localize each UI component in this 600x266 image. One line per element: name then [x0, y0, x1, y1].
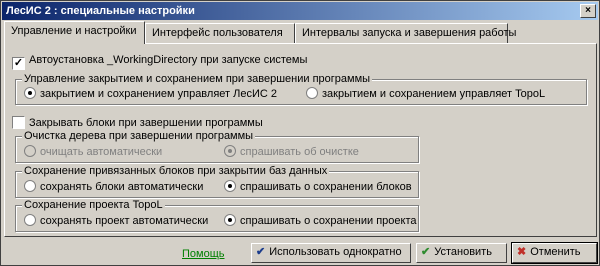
radio-label: закрытием и сохранением управляет TopoL	[322, 88, 546, 100]
button-label: Использовать однократно	[269, 246, 402, 258]
topol-project-group: Сохранение проекта TopoL сохранять проек…	[15, 199, 419, 232]
radio-label: сохранять проект автоматически	[40, 215, 209, 227]
radio-indicator	[24, 145, 36, 157]
linked-blocks-group: Сохранение привязанных блоков при закрыт…	[15, 165, 419, 198]
close-control-group: Управление закрытием и сохранением при з…	[15, 73, 587, 105]
radio-save-blocks-auto[interactable]: сохранять блоки автоматически	[24, 180, 203, 194]
radio-topol-controls[interactable]: закрытием и сохранением управляет TopoL	[306, 87, 545, 101]
radio-indicator	[224, 180, 236, 192]
cancel-button[interactable]: ✖ Отменить	[511, 242, 598, 264]
radio-lesis-controls[interactable]: закрытием и сохранением управляет ЛесИС …	[24, 87, 277, 101]
radio-indicator	[306, 87, 318, 99]
tab-startup-shutdown-intervals[interactable]: Интервалы запуска и завершения работы	[295, 23, 516, 43]
radio-label: спрашивать о сохранении проекта	[240, 215, 417, 227]
group-title: Управление закрытием и сохранением при з…	[22, 73, 373, 86]
tab-management-settings[interactable]: Управление и настройки	[4, 21, 145, 44]
close-icon: ×	[585, 5, 591, 16]
checkbox-box: ✓	[12, 57, 25, 70]
window-title: ЛесИС 2 : специальные настройки	[6, 5, 195, 17]
title-bar: ЛесИС 2 : специальные настройки ×	[2, 2, 598, 20]
use-once-button[interactable]: ✔ Использовать однократно	[251, 243, 411, 263]
radio-indicator	[224, 214, 236, 226]
radio-indicator	[224, 145, 236, 157]
help-link[interactable]: Помощь	[182, 248, 225, 260]
close-blocks-checkbox[interactable]: Закрывать блоки при завершении программы	[12, 116, 263, 130]
radio-indicator	[24, 214, 36, 226]
radio-label: закрытием и сохранением управляет ЛесИС …	[40, 88, 277, 100]
close-button[interactable]: ×	[580, 4, 596, 18]
tab-user-interface[interactable]: Интерфейс пользователя	[145, 23, 295, 43]
radio-indicator	[24, 180, 36, 192]
radio-label: очищать автоматически	[40, 146, 163, 158]
tree-cleanup-group: Очистка дерева при завершении программы …	[15, 130, 419, 163]
button-label: Отменить	[530, 246, 581, 258]
radio-cleanup-auto[interactable]: очищать автоматически	[24, 145, 162, 159]
radio-indicator	[24, 87, 36, 99]
radio-save-project-auto[interactable]: сохранять проект автоматически	[24, 214, 208, 228]
button-label: Установить	[434, 246, 492, 258]
group-title: Сохранение проекта TopoL	[22, 199, 165, 212]
checkbox-box	[12, 116, 25, 129]
radio-save-blocks-ask[interactable]: спрашивать о сохранении блоков	[224, 180, 412, 194]
tab-label: Интерфейс пользователя	[152, 27, 283, 39]
settings-dialog: ЛесИС 2 : специальные настройки × Управл…	[0, 0, 600, 266]
radio-cleanup-ask[interactable]: спрашивать об очистке	[224, 145, 359, 159]
install-button[interactable]: ✔ Установить	[416, 243, 507, 263]
radio-label: спрашивать об очистке	[240, 146, 359, 158]
tab-label: Управление и настройки	[11, 25, 137, 37]
tab-panel-management: ✓ Автоустановка _WorkingDirectory при зап…	[4, 43, 597, 237]
checkmark-icon: ✔	[256, 246, 266, 258]
autoinstall-checkbox[interactable]: ✓ Автоустановка _WorkingDirectory при зап…	[12, 54, 307, 70]
cancel-icon: ✖	[517, 246, 527, 258]
checkbox-label: Закрывать блоки при завершении программы	[29, 117, 263, 129]
tab-label: Интервалы запуска и завершения работы	[302, 27, 517, 39]
checkmark-icon: ✔	[421, 246, 431, 258]
group-title: Сохранение привязанных блоков при закрыт…	[22, 165, 330, 178]
group-title: Очистка дерева при завершении программы	[22, 130, 256, 143]
radio-save-project-ask[interactable]: спрашивать о сохранении проекта	[224, 214, 417, 228]
radio-label: сохранять блоки автоматически	[40, 181, 204, 193]
radio-label: спрашивать о сохранении блоков	[240, 181, 412, 193]
checkbox-label: Автоустановка _WorkingDirectory при запу…	[29, 54, 308, 66]
